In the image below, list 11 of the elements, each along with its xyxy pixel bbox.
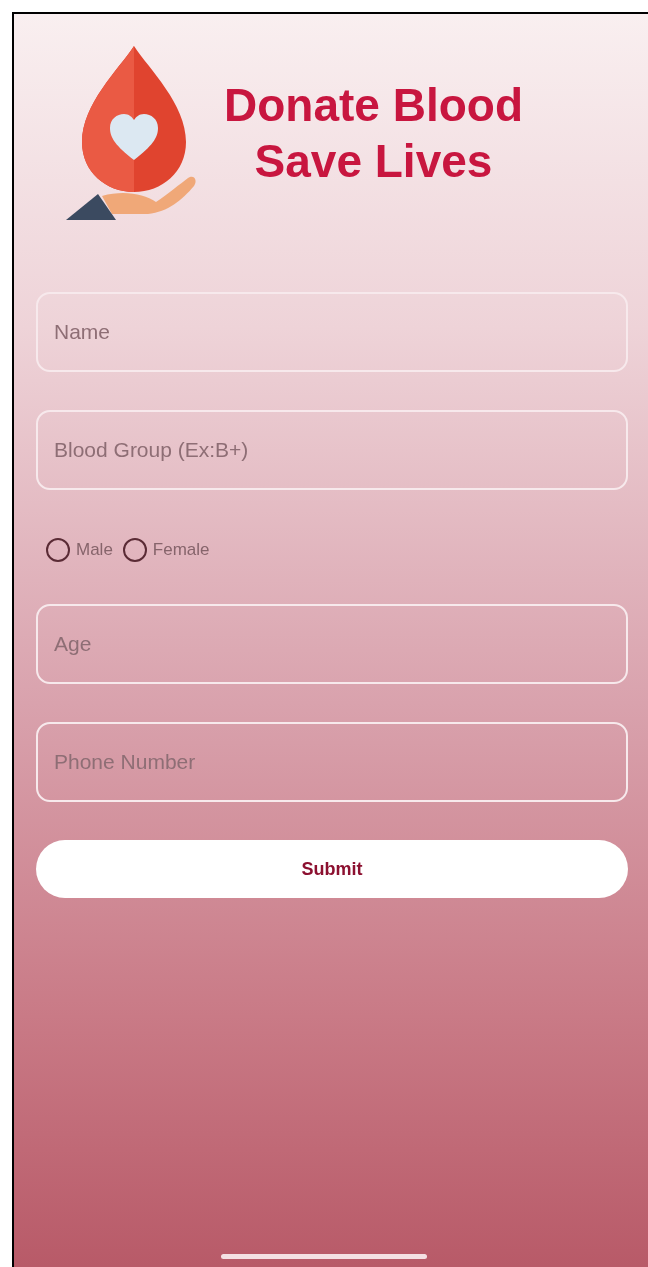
input-field[interactable]: Phone Number (36, 722, 628, 802)
input-field[interactable]: Name (36, 292, 628, 372)
radio-label[interactable]: Female (152, 540, 210, 560)
submit-button[interactable]: Submit (36, 840, 628, 898)
app-title: Save Lives (254, 134, 493, 189)
input-field[interactable]: Blood Group (Ex:B+) (36, 410, 628, 490)
radio-button[interactable] (122, 538, 147, 562)
app-title: Donate Blood (224, 78, 523, 133)
radio-label[interactable]: Male (76, 540, 113, 560)
radio-button[interactable] (46, 538, 70, 562)
input-field[interactable]: Age (36, 604, 628, 684)
